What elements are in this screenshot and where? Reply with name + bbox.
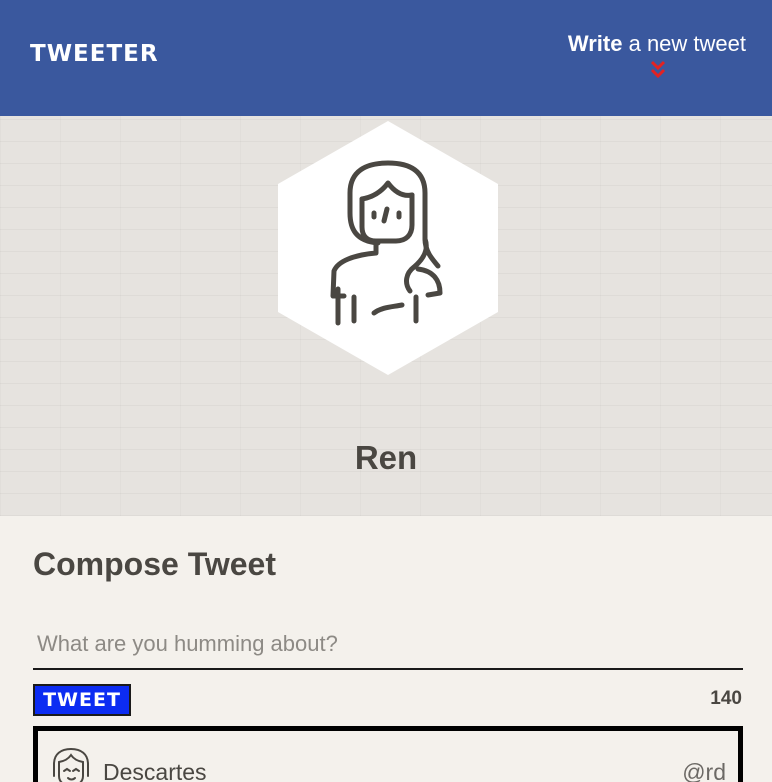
tweet-author-handle: @rd bbox=[682, 759, 726, 782]
write-bold-text: Write bbox=[567, 31, 623, 56]
girl-avatar-icon bbox=[53, 747, 89, 782]
tweet-text-input[interactable] bbox=[33, 620, 743, 670]
write-new-tweet-link[interactable]: Write a new tweet bbox=[546, 30, 746, 86]
app-logo[interactable]: TWEETER bbox=[30, 41, 159, 67]
avatar bbox=[278, 121, 498, 375]
char-counter: 140 bbox=[710, 688, 742, 709]
double-chevron-down-icon bbox=[650, 60, 666, 79]
top-nav: TWEETER Write a new tweet bbox=[0, 0, 772, 116]
profile-header: Ren bbox=[0, 116, 772, 516]
write-rest-text: a new tweet bbox=[622, 31, 746, 56]
write-new-tweet-label: Write a new tweet bbox=[546, 30, 746, 58]
profile-name: Ren bbox=[354, 439, 418, 476]
tweet-author-name: Descartes bbox=[103, 759, 207, 782]
tweet-button[interactable]: TWEET bbox=[33, 684, 131, 716]
tweet-card: Descartes @rd bbox=[33, 726, 743, 782]
compose-title: Compose Tweet bbox=[33, 546, 276, 582]
